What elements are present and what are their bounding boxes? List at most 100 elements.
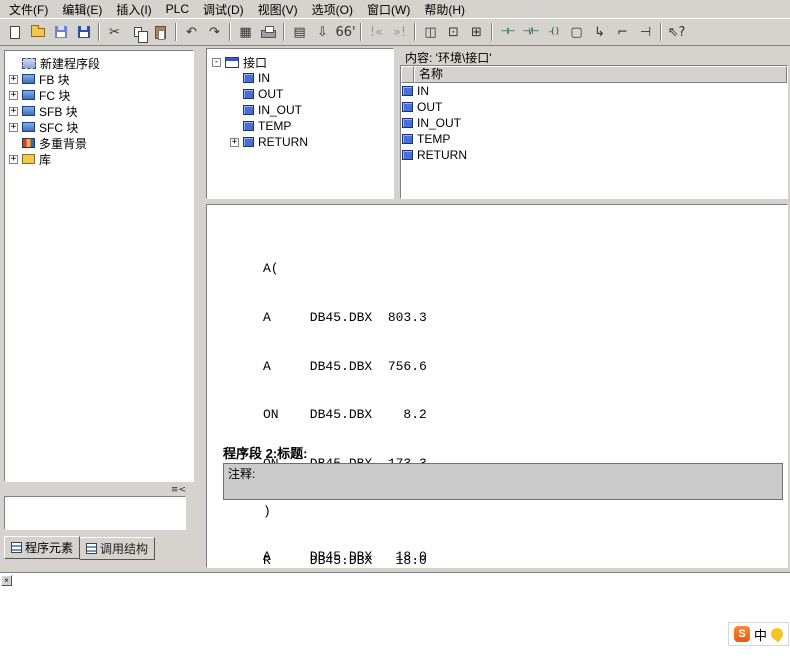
- expand-icon[interactable]: +: [9, 107, 18, 116]
- coil-icon: -( ): [549, 28, 558, 37]
- expand-icon[interactable]: +: [230, 138, 239, 147]
- menu-debug[interactable]: 调试(D): [196, 0, 251, 20]
- menu-help[interactable]: 帮助(H): [417, 0, 472, 20]
- interface-tree-pane[interactable]: - 接口 IN OUT IN_OUT TEMP + RETURN: [206, 48, 394, 199]
- monitor-button[interactable]: 66': [334, 21, 357, 43]
- table-row-temp[interactable]: TEMP: [401, 131, 787, 147]
- collapse-icon[interactable]: -: [212, 58, 221, 67]
- sfc-folder-icon: [22, 122, 35, 132]
- ime-language-indicator[interactable]: 中: [754, 625, 767, 644]
- close-icon: ×: [4, 576, 9, 585]
- menu-file[interactable]: 文件(F): [2, 0, 55, 20]
- tree-item-multi-instance[interactable]: 多重背景: [6, 135, 192, 151]
- next-error-button[interactable]: »!: [388, 21, 411, 43]
- table-row-in-out[interactable]: IN_OUT: [401, 115, 787, 131]
- new-button[interactable]: [3, 21, 26, 43]
- menu-insert[interactable]: 插入(I): [109, 0, 158, 20]
- network2-title[interactable]: 程序段 2:标题:: [223, 443, 308, 462]
- normally-closed-contact-icon: ⊣/⊢: [523, 28, 539, 37]
- open-branch-button[interactable]: ↳: [588, 21, 611, 43]
- ime-logo-icon[interactable]: S: [734, 626, 750, 642]
- network2-comment-box[interactable]: 注释:: [223, 463, 783, 500]
- window-detail-button[interactable]: ⊡: [442, 21, 465, 43]
- tree-item-sfb-blocks[interactable]: + SFB 块: [6, 103, 192, 119]
- paste-button[interactable]: [149, 21, 172, 43]
- interface-item-out[interactable]: OUT: [209, 86, 391, 102]
- menu-window[interactable]: 窗口(W): [360, 0, 417, 20]
- table-row-in[interactable]: IN: [401, 83, 787, 99]
- tree-item-libraries[interactable]: + 库: [6, 151, 192, 167]
- call-structure-tab-icon: [86, 543, 97, 554]
- interface-item-temp[interactable]: TEMP: [209, 118, 391, 134]
- redo-button[interactable]: ↷: [203, 21, 226, 43]
- menu-options[interactable]: 选项(O): [305, 0, 360, 20]
- ime-skin-icon[interactable]: [769, 626, 786, 643]
- name-column-header[interactable]: 名称: [414, 66, 787, 83]
- tab-label: 程序元素: [25, 539, 73, 556]
- table-row-return[interactable]: RETURN: [401, 147, 787, 163]
- expand-icon[interactable]: +: [9, 123, 18, 132]
- tree-item-fb-blocks[interactable]: + FB 块: [6, 71, 192, 87]
- open-button[interactable]: [26, 21, 49, 43]
- declaration-icon: [402, 150, 413, 160]
- network2-code: A DB45.DBX 18.0 = DB45.DBX 733.0 = DB45.…: [263, 517, 427, 568]
- cut-button[interactable]: ✂: [103, 21, 126, 43]
- toolbar-separator: [98, 23, 100, 41]
- network-overview-button[interactable]: ⊞: [465, 21, 488, 43]
- window-split-icon: ◫: [424, 26, 436, 39]
- close-branch-button[interactable]: ⌐: [611, 21, 634, 43]
- interface-root[interactable]: - 接口: [209, 54, 391, 70]
- tab-program-elements[interactable]: 程序元素: [4, 536, 80, 559]
- interface-item-label: IN: [258, 71, 270, 85]
- empty-box-button[interactable]: ▢: [565, 21, 588, 43]
- save-as-button[interactable]: [49, 21, 72, 43]
- menu-plc[interactable]: PLC: [159, 0, 196, 18]
- expand-icon[interactable]: +: [9, 75, 18, 84]
- contact-no-button[interactable]: ⊣⊢: [496, 21, 519, 43]
- undo-button[interactable]: ↶: [180, 21, 203, 43]
- stl-editor[interactable]: A( A DB45.DBX 803.3 A DB45.DBX 756.6 ON …: [206, 204, 788, 568]
- tree-item-label: SFB 块: [39, 103, 78, 120]
- download-button[interactable]: ⇩: [311, 21, 334, 43]
- declaration-icon: [402, 86, 413, 96]
- expand-icon[interactable]: +: [9, 91, 18, 100]
- open-branch-icon: ↳: [594, 26, 605, 39]
- interface-item-in-out[interactable]: IN_OUT: [209, 102, 391, 118]
- tree-item-fc-blocks[interactable]: + FC 块: [6, 87, 192, 103]
- multi-instance-icon: [22, 138, 35, 148]
- coil-button[interactable]: -( ): [542, 21, 565, 43]
- interface-item-label: IN_OUT: [258, 103, 302, 117]
- menu-bar: 文件(F) 编辑(E) 插入(I) PLC 调试(D) 视图(V) 选项(O) …: [0, 0, 790, 19]
- table-header-row: 名称: [401, 66, 787, 83]
- program-elements-tree[interactable]: 新建程序段 + FB 块 + FC 块 + SFB 块 + SFC 块 多重背景…: [4, 50, 194, 482]
- interface-item-in[interactable]: IN: [209, 70, 391, 86]
- save-as-icon: [55, 26, 67, 38]
- close-output-button[interactable]: ×: [1, 575, 12, 586]
- toolbar-separator: [660, 23, 662, 41]
- menu-edit[interactable]: 编辑(E): [55, 0, 109, 20]
- help-button[interactable]: ⇖?: [665, 21, 688, 43]
- menu-view[interactable]: 视图(V): [251, 0, 305, 20]
- expand-icon[interactable]: +: [9, 155, 18, 164]
- copy-button[interactable]: [126, 21, 149, 43]
- catalog-button[interactable]: ▦: [234, 21, 257, 43]
- cut-icon: ✂: [109, 26, 120, 39]
- toolbar-separator: [283, 23, 285, 41]
- window-split-button[interactable]: ◫: [419, 21, 442, 43]
- print-button[interactable]: [257, 21, 280, 43]
- table-row-out[interactable]: OUT: [401, 99, 787, 115]
- pane-resize-handle[interactable]: ≡<: [171, 485, 186, 495]
- interface-item-return[interactable]: + RETURN: [209, 134, 391, 150]
- redo-icon: ↷: [209, 26, 220, 39]
- row-name: IN_OUT: [417, 116, 461, 130]
- tree-item-sfc-blocks[interactable]: + SFC 块: [6, 119, 192, 135]
- data-view-button[interactable]: ▤: [288, 21, 311, 43]
- tab-call-structure[interactable]: 调用结构: [79, 537, 155, 560]
- prev-error-button[interactable]: !«: [365, 21, 388, 43]
- tree-item-new-network[interactable]: 新建程序段: [6, 55, 192, 71]
- save-button[interactable]: [72, 21, 95, 43]
- declaration-icon: [402, 134, 413, 144]
- contact-nc-button[interactable]: ⊣/⊢: [519, 21, 542, 43]
- catalog-icon: ▦: [239, 26, 251, 39]
- new-network-button[interactable]: ⊣: [634, 21, 657, 43]
